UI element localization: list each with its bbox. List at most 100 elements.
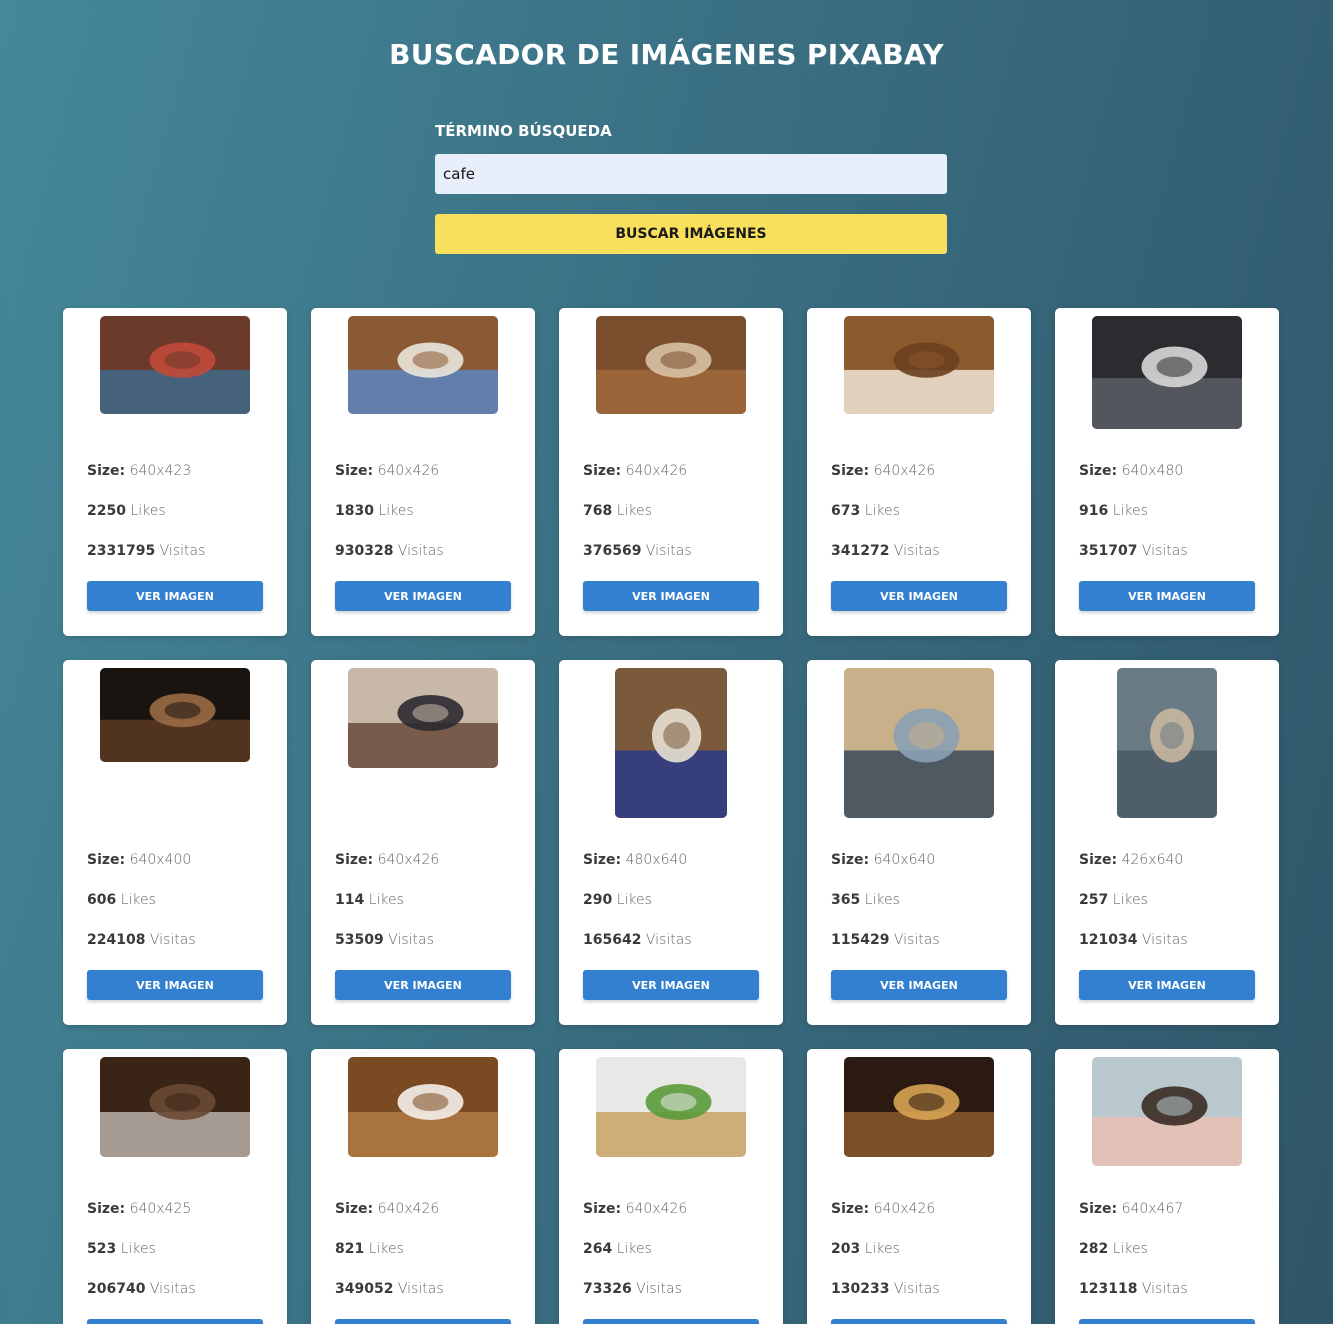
view-image-button[interactable]: VER IMAGEN — [335, 970, 511, 1000]
views-count: 349052 — [335, 1281, 394, 1297]
size-label: Size: — [1079, 852, 1118, 868]
result-thumbnail — [100, 1057, 250, 1157]
view-image-button[interactable]: VER IMAGEN — [831, 1319, 1007, 1324]
size-label: Size: — [583, 463, 622, 479]
size-label: Size: — [831, 852, 870, 868]
result-views: 930328 Visitas — [335, 543, 444, 559]
result-size: Size: 480x640 — [583, 852, 687, 868]
result-card: Size: 640x423 2250 Likes 2331795 Visitas VE… — [63, 308, 287, 636]
view-image-button[interactable]: VER IMAGEN — [335, 581, 511, 611]
result-card: Size: 640x426 264 Likes 73326 Visitas VER I… — [559, 1049, 783, 1324]
view-image-button[interactable]: VER IMAGEN — [1079, 1319, 1255, 1324]
view-image-button[interactable]: VER IMAGEN — [583, 1319, 759, 1324]
result-thumbnail — [100, 668, 250, 762]
result-card: Size: 640x426 768 Likes 376569 Visitas VER … — [559, 308, 783, 636]
result-thumbnail — [844, 316, 994, 414]
result-likes: 365 Likes — [831, 892, 900, 908]
page-title: BUSCADOR DE IMÁGENES PIXABAY — [389, 38, 944, 71]
likes-label: Likes — [130, 503, 166, 519]
view-image-button[interactable]: VER IMAGEN — [583, 581, 759, 611]
size-value: 640x426 — [377, 463, 440, 479]
view-image-button[interactable]: VER IMAGEN — [583, 970, 759, 1000]
result-likes: 673 Likes — [831, 503, 900, 519]
result-card: Size: 640x426 821 Likes 349052 Visitas VER … — [311, 1049, 535, 1324]
size-label: Size: — [335, 852, 374, 868]
result-thumbnail — [348, 668, 498, 768]
search-input[interactable] — [435, 154, 947, 194]
result-thumbnail — [596, 316, 746, 414]
size-value: 640x426 — [873, 463, 936, 479]
size-value: 640x480 — [1121, 463, 1184, 479]
search-button[interactable]: BUSCAR IMÁGENES — [435, 214, 947, 254]
result-card: Size: 640x426 203 Likes 130233 Visitas VER … — [807, 1049, 1031, 1324]
view-image-button[interactable]: VER IMAGEN — [831, 970, 1007, 1000]
likes-count: 257 — [1079, 892, 1109, 908]
views-label: Visitas — [1141, 1281, 1188, 1297]
result-size: Size: 426x640 — [1079, 852, 1183, 868]
result-size: Size: 640x400 — [87, 852, 191, 868]
result-views: 2331795 Visitas — [87, 543, 205, 559]
views-count: 115429 — [831, 932, 890, 948]
result-card: Size: 640x640 365 Likes 115429 Visitas VER … — [807, 660, 1031, 1025]
likes-label: Likes — [864, 1241, 900, 1257]
views-count: 341272 — [831, 543, 890, 559]
views-label: Visitas — [149, 932, 196, 948]
likes-count: 606 — [87, 892, 117, 908]
result-size: Size: 640x426 — [583, 1201, 687, 1217]
result-card: Size: 640x425 523 Likes 206740 Visitas VER … — [63, 1049, 287, 1324]
size-label: Size: — [87, 852, 126, 868]
size-label: Size: — [335, 1201, 374, 1217]
size-value: 640x426 — [873, 1201, 936, 1217]
result-likes: 1830 Likes — [335, 503, 414, 519]
view-image-button[interactable]: VER IMAGEN — [87, 581, 263, 611]
likes-label: Likes — [378, 503, 414, 519]
result-card: Size: 640x400 606 Likes 224108 Visitas VER … — [63, 660, 287, 1025]
likes-label: Likes — [120, 892, 156, 908]
size-value: 480x640 — [625, 852, 688, 868]
views-label: Visitas — [149, 1281, 196, 1297]
size-label: Size: — [583, 852, 622, 868]
result-views: 121034 Visitas — [1079, 932, 1188, 948]
result-size: Size: 640x426 — [831, 1201, 935, 1217]
views-count: 53509 — [335, 932, 384, 948]
result-card: Size: 640x426 114 Likes 53509 Visitas VER I… — [311, 660, 535, 1025]
views-label: Visitas — [893, 543, 940, 559]
size-label: Size: — [831, 1201, 870, 1217]
result-card: Size: 640x426 673 Likes 341272 Visitas VER … — [807, 308, 1031, 636]
view-image-button[interactable]: VER IMAGEN — [831, 581, 1007, 611]
likes-count: 290 — [583, 892, 613, 908]
views-label: Visitas — [893, 1281, 940, 1297]
result-thumbnail — [844, 1057, 994, 1157]
result-size: Size: 640x467 — [1079, 1201, 1183, 1217]
result-size: Size: 640x426 — [335, 852, 439, 868]
result-thumbnail — [844, 668, 994, 818]
result-likes: 264 Likes — [583, 1241, 652, 1257]
likes-count: 264 — [583, 1241, 613, 1257]
size-label: Size: — [87, 463, 126, 479]
view-image-button[interactable]: VER IMAGEN — [1079, 970, 1255, 1000]
result-views: 206740 Visitas — [87, 1281, 196, 1297]
likes-count: 203 — [831, 1241, 861, 1257]
views-count: 121034 — [1079, 932, 1138, 948]
likes-label: Likes — [864, 892, 900, 908]
likes-count: 1830 — [335, 503, 374, 519]
result-likes: 290 Likes — [583, 892, 652, 908]
view-image-button[interactable]: VER IMAGEN — [1079, 581, 1255, 611]
likes-label: Likes — [368, 1241, 404, 1257]
views-label: Visitas — [388, 932, 434, 948]
size-value: 640x640 — [873, 852, 936, 868]
likes-label: Likes — [616, 892, 652, 908]
result-thumbnail — [1092, 316, 1242, 429]
view-image-button[interactable]: VER IMAGEN — [335, 1319, 511, 1324]
view-image-button[interactable]: VER IMAGEN — [87, 1319, 263, 1324]
size-value: 640x426 — [377, 852, 440, 868]
result-size: Size: 640x426 — [335, 463, 439, 479]
likes-label: Likes — [864, 503, 900, 519]
likes-label: Likes — [616, 1241, 652, 1257]
views-count: 206740 — [87, 1281, 146, 1297]
views-count: 930328 — [335, 543, 394, 559]
result-card: Size: 480x640 290 Likes 165642 Visitas VER … — [559, 660, 783, 1025]
result-views: 349052 Visitas — [335, 1281, 444, 1297]
view-image-button[interactable]: VER IMAGEN — [87, 970, 263, 1000]
result-size: Size: 640x425 — [87, 1201, 191, 1217]
